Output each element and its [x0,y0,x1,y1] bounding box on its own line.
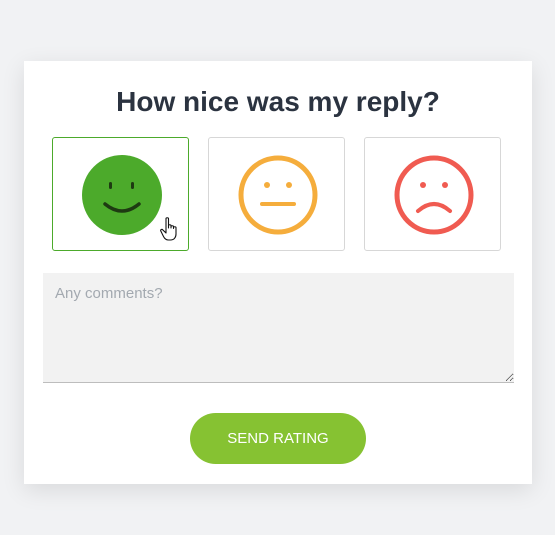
pointer-hand-cursor-icon [160,217,177,241]
sad-face-icon [394,155,474,235]
neutral-face-icon [238,155,318,235]
rating-option-neutral[interactable] [208,137,345,251]
happy-face-icon [82,155,162,235]
comments-textarea[interactable] [43,273,514,383]
rating-option-sad[interactable] [364,137,501,251]
rating-option-happy[interactable] [52,137,189,251]
dialog-title: How nice was my reply? [116,86,440,117]
send-rating-button[interactable]: SEND RATING [190,413,366,464]
rating-card: How nice was my reply? SEND RATING [24,61,532,484]
